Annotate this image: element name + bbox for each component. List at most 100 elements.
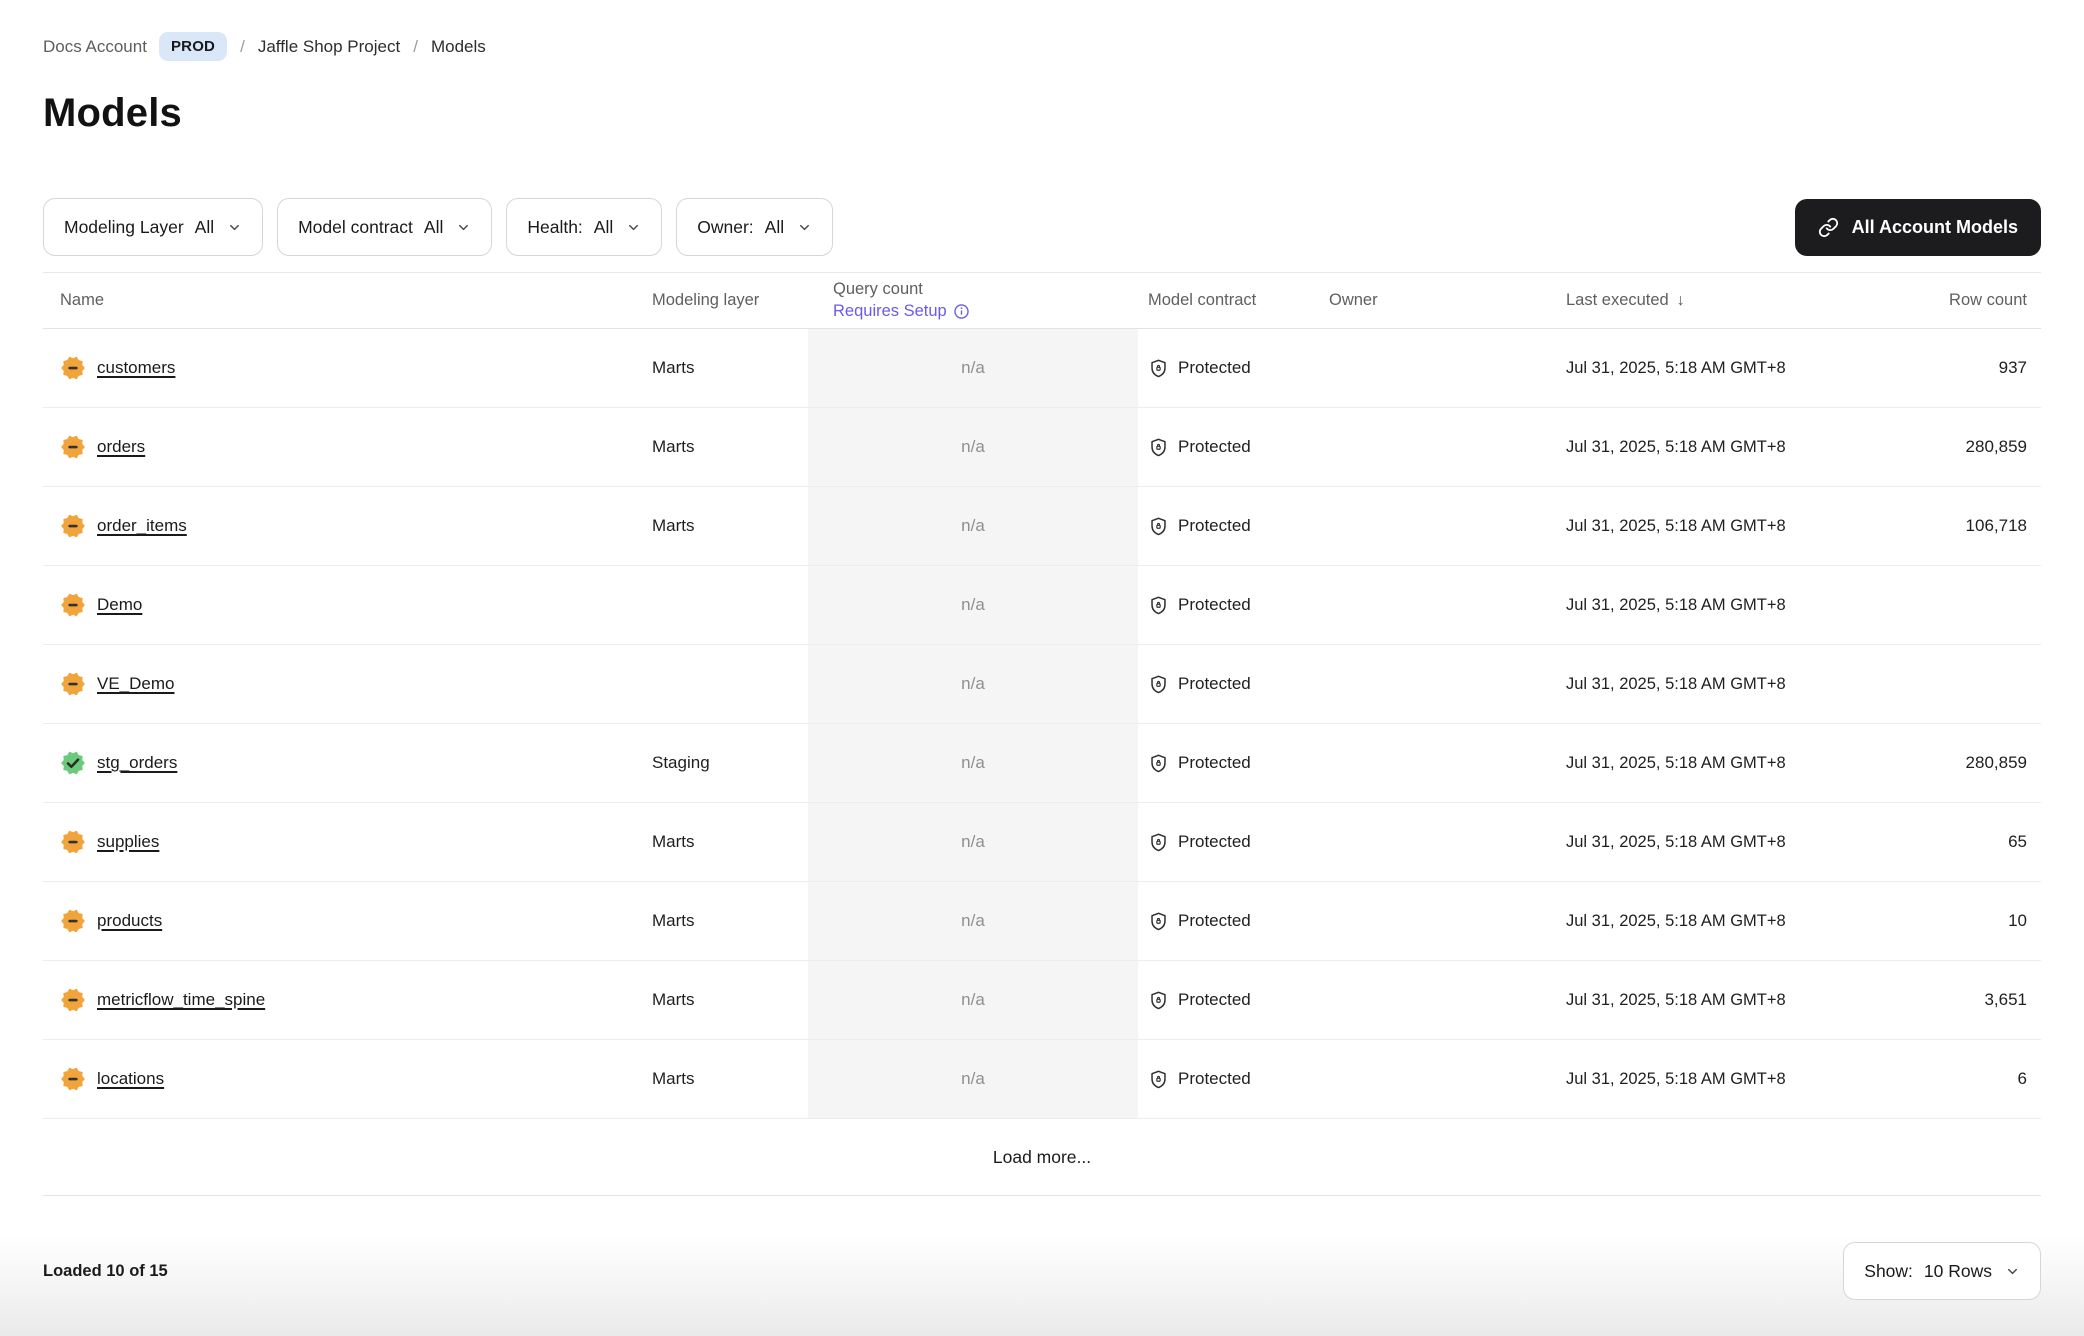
row-count-cell: 937 xyxy=(1917,329,2041,407)
filter-modeling-layer[interactable]: Modeling Layer All xyxy=(43,198,263,256)
modeling-layer-cell: Marts xyxy=(650,882,808,960)
model-contract-label: Protected xyxy=(1178,990,1251,1010)
owner-cell xyxy=(1320,408,1560,486)
load-more-row: Load more... xyxy=(43,1119,2041,1196)
table-header-row: Name Modeling layer Query count Requires… xyxy=(43,272,2041,329)
name-cell: order_items xyxy=(43,487,650,565)
row-count-cell xyxy=(1917,645,2041,723)
query-count-cell: n/a xyxy=(808,329,1138,407)
row-count-cell: 280,859 xyxy=(1917,724,2041,802)
query-count-cell: n/a xyxy=(808,487,1138,565)
query-count-cell: n/a xyxy=(808,961,1138,1039)
shield-lock-icon xyxy=(1148,358,1169,379)
requires-setup-link[interactable]: Requires Setup xyxy=(833,302,970,321)
show-rows-value: 10 Rows xyxy=(1924,1261,1992,1282)
filter-label: Owner: xyxy=(697,217,753,238)
filter-owner[interactable]: Owner: All xyxy=(676,198,833,256)
model-name-link[interactable]: metricflow_time_spine xyxy=(97,990,265,1010)
model-name-link[interactable]: Demo xyxy=(97,595,142,615)
filter-model-contract[interactable]: Model contract All xyxy=(277,198,492,256)
models-page: Docs Account PROD / Jaffle Shop Project … xyxy=(0,0,2084,1300)
all-account-models-label: All Account Models xyxy=(1852,217,2018,238)
name-cell: supplies xyxy=(43,803,650,881)
model-name-link[interactable]: stg_orders xyxy=(97,753,177,773)
row-count-cell: 6 xyxy=(1917,1040,2041,1118)
last-executed-cell: Jul 31, 2025, 5:18 AM GMT+8 xyxy=(1560,961,1917,1039)
model-contract-label: Protected xyxy=(1178,911,1251,931)
query-count-cell: n/a xyxy=(808,882,1138,960)
modeling-layer-cell: Marts xyxy=(650,408,808,486)
owner-cell xyxy=(1320,803,1560,881)
model-name-link[interactable]: order_items xyxy=(97,516,187,536)
table-row: locations Marts n/a Protected Jul 31, 20… xyxy=(43,1040,2041,1119)
model-name-link[interactable]: VE_Demo xyxy=(97,674,174,694)
show-rows-label: Show: xyxy=(1864,1261,1913,1282)
row-count-cell: 65 xyxy=(1917,803,2041,881)
owner-cell xyxy=(1320,487,1560,565)
modeling-layer-cell xyxy=(650,566,808,644)
row-count-cell xyxy=(1917,566,2041,644)
last-executed-cell: Jul 31, 2025, 5:18 AM GMT+8 xyxy=(1560,882,1917,960)
breadcrumb-separator: / xyxy=(412,37,419,57)
toolbar: Modeling Layer All Model contract All He… xyxy=(43,198,2041,256)
chevron-down-icon xyxy=(797,220,812,235)
shield-lock-icon xyxy=(1148,437,1169,458)
shield-lock-icon xyxy=(1148,595,1169,616)
column-header-row-count: Row count xyxy=(1917,273,2041,328)
model-contract-cell: Protected xyxy=(1138,803,1320,881)
model-name-link[interactable]: customers xyxy=(97,358,175,378)
load-more-button[interactable]: Load more... xyxy=(993,1147,1091,1168)
column-header-owner: Owner xyxy=(1320,273,1560,328)
model-contract-cell: Protected xyxy=(1138,329,1320,407)
model-contract-label: Protected xyxy=(1178,753,1251,773)
table-row: stg_orders Staging n/a Protected Jul 31,… xyxy=(43,724,2041,803)
column-header-last-executed[interactable]: Last executed ↓ xyxy=(1560,273,1917,328)
link-chain-icon xyxy=(1818,217,1839,238)
name-cell: Demo xyxy=(43,566,650,644)
table-row: products Marts n/a Protected Jul 31, 202… xyxy=(43,882,2041,961)
chevron-down-icon xyxy=(227,220,242,235)
model-name-link[interactable]: supplies xyxy=(97,832,159,852)
breadcrumb-account-link[interactable]: Docs Account xyxy=(43,37,147,57)
model-contract-cell: Protected xyxy=(1138,882,1320,960)
name-cell: metricflow_time_spine xyxy=(43,961,650,1039)
model-contract-cell: Protected xyxy=(1138,487,1320,565)
model-name-link[interactable]: locations xyxy=(97,1069,164,1089)
info-circle-icon[interactable] xyxy=(953,303,970,320)
health-status-icon xyxy=(60,987,86,1013)
shield-lock-icon xyxy=(1148,911,1169,932)
column-header-name: Name xyxy=(43,273,650,328)
pagination-footer: Loaded 10 of 15 Show: 10 Rows xyxy=(43,1242,2041,1300)
row-count-cell: 280,859 xyxy=(1917,408,2041,486)
health-status-icon xyxy=(60,513,86,539)
model-contract-label: Protected xyxy=(1178,1069,1251,1089)
model-name-link[interactable]: products xyxy=(97,911,162,931)
model-contract-cell: Protected xyxy=(1138,645,1320,723)
breadcrumb-separator: / xyxy=(239,37,246,57)
breadcrumb-project-link[interactable]: Jaffle Shop Project xyxy=(258,37,400,57)
query-count-cell: n/a xyxy=(808,566,1138,644)
show-rows-dropdown[interactable]: Show: 10 Rows xyxy=(1843,1242,2041,1300)
modeling-layer-cell: Marts xyxy=(650,329,808,407)
owner-cell xyxy=(1320,724,1560,802)
last-executed-cell: Jul 31, 2025, 5:18 AM GMT+8 xyxy=(1560,724,1917,802)
query-count-cell: n/a xyxy=(808,724,1138,802)
column-header-model-contract: Model contract xyxy=(1138,273,1320,328)
last-executed-cell: Jul 31, 2025, 5:18 AM GMT+8 xyxy=(1560,645,1917,723)
name-cell: orders xyxy=(43,408,650,486)
all-account-models-button[interactable]: All Account Models xyxy=(1795,199,2041,256)
table-row: Demo n/a Protected Jul 31, 2025, 5:18 AM… xyxy=(43,566,2041,645)
name-cell: stg_orders xyxy=(43,724,650,802)
shield-lock-icon xyxy=(1148,753,1169,774)
model-name-link[interactable]: orders xyxy=(97,437,145,457)
shield-lock-icon xyxy=(1148,674,1169,695)
filter-health[interactable]: Health: All xyxy=(506,198,662,256)
chevron-down-icon xyxy=(626,220,641,235)
last-executed-cell: Jul 31, 2025, 5:18 AM GMT+8 xyxy=(1560,408,1917,486)
owner-cell xyxy=(1320,566,1560,644)
model-contract-label: Protected xyxy=(1178,437,1251,457)
row-count-cell: 3,651 xyxy=(1917,961,2041,1039)
health-status-icon xyxy=(60,434,86,460)
table-row: VE_Demo n/a Protected Jul 31, 2025, 5:18… xyxy=(43,645,2041,724)
table-row: supplies Marts n/a Protected Jul 31, 202… xyxy=(43,803,2041,882)
